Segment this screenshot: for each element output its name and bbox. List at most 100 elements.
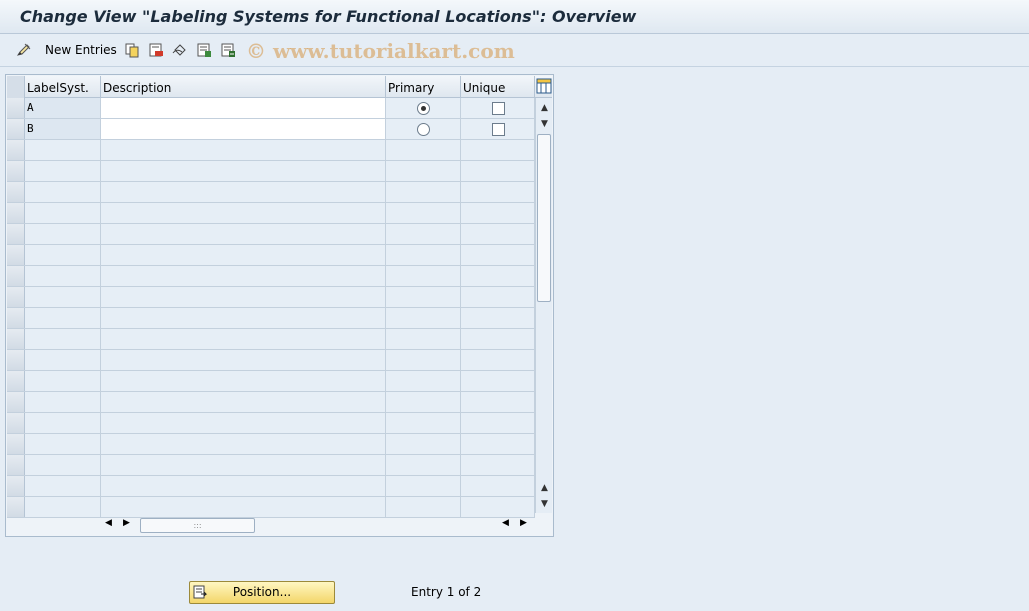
- delete-icon[interactable]: [147, 41, 164, 58]
- edit-pen-icon[interactable]: [15, 41, 32, 58]
- labelsyst-cell: [25, 140, 101, 160]
- primary-cell: [386, 392, 461, 412]
- empty-table-row: [7, 266, 535, 287]
- scroll-left-icon[interactable]: ◀: [105, 518, 112, 528]
- vertical-scroll-thumb[interactable]: [537, 134, 551, 302]
- primary-radio[interactable]: [417, 102, 430, 115]
- labelsyst-cell: [25, 413, 101, 433]
- table-control: LabelSyst. Description Primary Unique A …: [5, 74, 554, 537]
- scroll-down-icon[interactable]: ▼: [536, 116, 553, 132]
- horizontal-scroll-thumb[interactable]: :::: [140, 518, 255, 533]
- empty-table-row: [7, 245, 535, 266]
- labelsyst-cell: [25, 476, 101, 496]
- primary-cell: [386, 329, 461, 349]
- row-selector[interactable]: [7, 350, 25, 370]
- position-button[interactable]: Position...: [189, 581, 335, 604]
- unique-cell: [461, 140, 535, 160]
- select-all-rows-corner[interactable]: [7, 76, 25, 98]
- labelsyst-cell: [25, 434, 101, 454]
- row-selector[interactable]: [7, 140, 25, 160]
- description-cell: [101, 182, 386, 202]
- table-row: A: [7, 98, 535, 119]
- labelsyst-cell: [25, 266, 101, 286]
- description-cell: [101, 161, 386, 181]
- primary-cell: [386, 161, 461, 181]
- unique-cell: [461, 203, 535, 223]
- row-selector[interactable]: [7, 161, 25, 181]
- labelsyst-cell: [25, 308, 101, 328]
- row-selector[interactable]: [7, 182, 25, 202]
- labelsyst-cell: [25, 350, 101, 370]
- description-cell: [101, 140, 386, 160]
- scroll-up-icon[interactable]: ▲: [536, 100, 553, 116]
- row-selector[interactable]: [7, 98, 25, 118]
- unique-cell: [461, 434, 535, 454]
- unique-checkbox[interactable]: [492, 123, 505, 136]
- row-selector[interactable]: [7, 371, 25, 391]
- primary-cell: [386, 413, 461, 433]
- empty-table-row: [7, 476, 535, 497]
- new-entries-button[interactable]: New Entries: [45, 43, 117, 57]
- description-input[interactable]: [101, 98, 386, 118]
- description-cell: [101, 203, 386, 223]
- scroll-page-up-icon[interactable]: ▲: [536, 480, 553, 496]
- table-settings-icon[interactable]: [536, 78, 552, 97]
- row-selector[interactable]: [7, 413, 25, 433]
- unique-checkbox[interactable]: [492, 102, 505, 115]
- unique-cell: [461, 98, 535, 118]
- column-header-labelsyst[interactable]: LabelSyst.: [25, 76, 101, 98]
- description-cell: [101, 245, 386, 265]
- row-selector[interactable]: [7, 392, 25, 412]
- table-row: B: [7, 119, 535, 140]
- empty-table-row: [7, 182, 535, 203]
- row-selector[interactable]: [7, 434, 25, 454]
- primary-cell: [386, 371, 461, 391]
- description-cell: [101, 392, 386, 412]
- description-cell: [101, 266, 386, 286]
- row-selector[interactable]: [7, 224, 25, 244]
- primary-cell: [386, 224, 461, 244]
- empty-table-row: [7, 392, 535, 413]
- empty-table-row: [7, 224, 535, 245]
- empty-table-row: [7, 455, 535, 476]
- select-all-icon[interactable]: [195, 41, 212, 58]
- empty-table-row: [7, 308, 535, 329]
- row-selector[interactable]: [7, 266, 25, 286]
- unique-cell: [461, 119, 535, 139]
- column-header-description[interactable]: Description: [101, 76, 386, 98]
- row-selector[interactable]: [7, 497, 25, 517]
- unique-cell: [461, 497, 535, 517]
- deselect-icon[interactable]: [219, 41, 236, 58]
- entry-counter: Entry 1 of 2: [411, 585, 482, 599]
- row-selector[interactable]: [7, 287, 25, 307]
- row-selector[interactable]: [7, 308, 25, 328]
- primary-cell: [386, 119, 461, 139]
- column-header-primary[interactable]: Primary: [386, 76, 461, 98]
- scroll-right-icon[interactable]: ▶: [123, 518, 130, 528]
- vertical-scrollbar[interactable]: ▲ ▼ ▲ ▼: [535, 98, 552, 513]
- unique-cell: [461, 266, 535, 286]
- primary-radio[interactable]: [417, 123, 430, 136]
- unique-cell: [461, 413, 535, 433]
- description-input[interactable]: [101, 119, 386, 139]
- undo-icon[interactable]: [171, 41, 188, 58]
- description-cell: [101, 413, 386, 433]
- copy-icon[interactable]: [123, 41, 140, 58]
- scroll-page-down-icon[interactable]: ▼: [536, 496, 553, 512]
- row-selector[interactable]: [7, 476, 25, 496]
- scroll-left-end-icon[interactable]: ◀: [502, 518, 509, 528]
- column-header-unique[interactable]: Unique: [461, 76, 535, 98]
- row-selector[interactable]: [7, 119, 25, 139]
- unique-cell: [461, 350, 535, 370]
- horizontal-scrollbar[interactable]: ◀ ▶ ::: ◀ ▶: [101, 517, 541, 534]
- row-selector[interactable]: [7, 245, 25, 265]
- scroll-right-end-icon[interactable]: ▶: [520, 518, 527, 528]
- empty-table-row: [7, 413, 535, 434]
- labelsyst-cell: B: [25, 119, 101, 139]
- row-selector[interactable]: [7, 455, 25, 475]
- empty-table-row: [7, 350, 535, 371]
- empty-table-row: [7, 329, 535, 350]
- row-selector[interactable]: [7, 329, 25, 349]
- primary-cell: [386, 287, 461, 307]
- row-selector[interactable]: [7, 203, 25, 223]
